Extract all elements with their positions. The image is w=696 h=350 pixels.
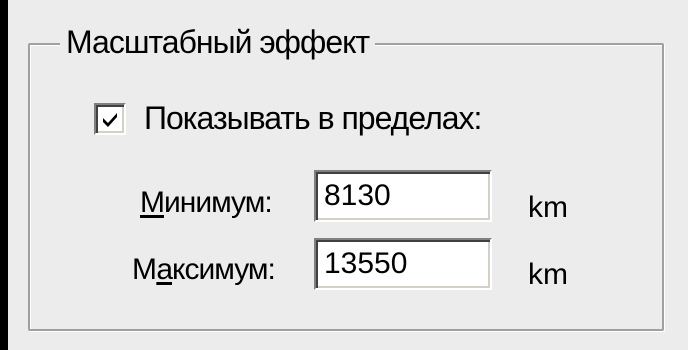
- maximum-unit: km: [528, 258, 568, 291]
- minimum-unit: km: [528, 191, 568, 224]
- minimum-label-accelerator: М: [140, 186, 165, 219]
- maximum-label: Максимум:: [132, 250, 276, 290]
- maximum-input[interactable]: [314, 238, 492, 290]
- dialog-edge: [688, 0, 696, 350]
- window-edge: [0, 0, 8, 350]
- checkmark-icon: [103, 113, 117, 127]
- minimum-label: Минимум:: [140, 183, 273, 223]
- maximum-label-start: М: [132, 253, 157, 286]
- minimum-input[interactable]: [314, 170, 492, 222]
- maximum-label-text: ксимум:: [172, 253, 276, 286]
- minimum-label-text: инимум:: [164, 186, 273, 219]
- maximum-label-accelerator: а: [156, 253, 173, 286]
- group-title: Масштабный эффект: [60, 22, 376, 62]
- show-in-range-checkbox[interactable]: [94, 103, 126, 135]
- show-in-range-label[interactable]: Показывать в пределах:: [144, 98, 482, 138]
